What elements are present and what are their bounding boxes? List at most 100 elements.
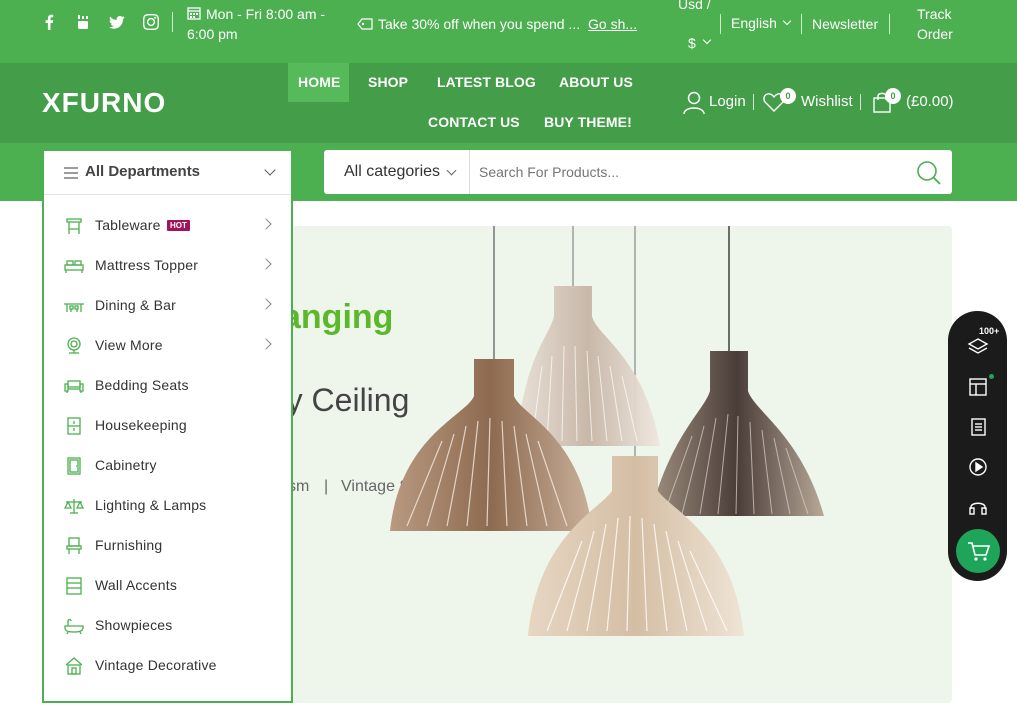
currency-selector[interactable]: Usd / — [678, 0, 711, 14]
language-selector[interactable]: English — [731, 13, 777, 33]
wishlist-count-badge: 0 — [780, 88, 796, 104]
divider — [720, 14, 721, 34]
department-label: Mattress Topper — [95, 257, 199, 273]
play-icon[interactable] — [967, 456, 989, 478]
wishlist-link[interactable]: Wishlist — [801, 93, 853, 110]
table-icon — [64, 216, 84, 236]
newsletter-link[interactable]: Newsletter — [812, 14, 878, 34]
cart-button[interactable] — [956, 529, 1000, 573]
chevron-down-icon — [264, 164, 276, 176]
department-item-dining-bar[interactable]: Dining & Bar — [44, 286, 291, 326]
layers-icon[interactable] — [967, 336, 989, 358]
hero-banner: anging ry Ceiling sm | Vintage Style — [292, 226, 952, 703]
status-dot — [989, 374, 994, 379]
chevron-down-icon — [446, 165, 457, 176]
divider — [889, 14, 890, 34]
department-label: Furnishing — [95, 537, 163, 553]
door-icon — [64, 456, 84, 476]
instagram-icon[interactable] — [142, 13, 160, 31]
user-icon[interactable] — [683, 91, 705, 115]
lamp-icon — [64, 336, 84, 356]
departments-label: All Departments — [85, 163, 201, 180]
department-label: Vintage Decorative — [95, 657, 217, 673]
nav-home[interactable]: HOME — [298, 74, 340, 90]
department-item-housekeeping[interactable]: Housekeeping — [44, 406, 291, 446]
department-item-cabinetry[interactable]: Cabinetry — [44, 446, 291, 486]
hero-tagline-separator: | — [324, 478, 329, 495]
calendar-icon — [187, 6, 201, 20]
department-label: Wall Accents — [95, 577, 178, 593]
department-label: Bedding Seats — [95, 377, 189, 393]
hamburger-icon — [64, 166, 78, 179]
headset-icon[interactable] — [967, 496, 989, 518]
hero-headline: anging — [292, 298, 394, 336]
chevron-right-icon — [260, 298, 272, 310]
department-label: Dining & Bar — [95, 297, 176, 313]
youtube-icon[interactable] — [74, 13, 92, 31]
department-label: Lighting & Lamps — [95, 497, 207, 513]
divider — [172, 12, 173, 32]
divider — [801, 14, 802, 34]
tag-icon — [357, 17, 373, 30]
departments-menu: All Departments Tableware HOT Mattress T… — [42, 149, 293, 703]
chevron-down-icon — [702, 35, 712, 45]
document-icon[interactable] — [967, 416, 989, 438]
cart-total[interactable]: (£0.00) — [906, 93, 954, 110]
hero-tagline-left: sm — [292, 478, 310, 495]
layout-icon[interactable] — [967, 376, 989, 398]
nav-contact-us[interactable]: CONTACT US — [428, 114, 520, 130]
dining-icon — [64, 296, 84, 316]
promo-link[interactable]: Go sh... — [588, 14, 637, 34]
scale-lamp-icon — [63, 496, 85, 516]
twitter-icon[interactable] — [108, 13, 126, 31]
top-bar: Mon - Fri 8:00 am - 6:00 pm Take 30% off… — [0, 0, 1017, 63]
main-header: XFURNO HOME SHOP LATEST BLOG ABOUT US CO… — [0, 63, 1017, 143]
divider — [753, 94, 754, 110]
department-label: View More — [95, 337, 163, 353]
department-item-mattress-topper[interactable]: Mattress Topper — [44, 246, 291, 286]
track-order-link[interactable]: Track — [917, 4, 951, 24]
track-order-link-line2[interactable]: Order — [917, 24, 953, 44]
chevron-down-icon — [782, 16, 792, 26]
divider — [469, 150, 470, 194]
divider — [860, 94, 861, 110]
chair-icon — [64, 536, 84, 556]
category-select[interactable]: All categories — [344, 163, 440, 181]
chevron-right-icon — [260, 218, 272, 230]
site-logo[interactable]: XFURNO — [42, 87, 166, 119]
department-item-bedding-seats[interactable]: Bedding Seats — [44, 366, 291, 406]
chevron-right-icon — [260, 258, 272, 270]
cabinet-icon — [64, 416, 84, 436]
nav-latest-blog[interactable]: LATEST BLOG — [437, 74, 536, 90]
department-label: Tableware — [95, 217, 161, 233]
departments-toggle[interactable]: All Departments — [44, 151, 291, 195]
department-item-tableware[interactable]: Tableware HOT — [44, 206, 291, 246]
department-item-furnishing[interactable]: Furnishing — [44, 526, 291, 566]
department-item-showpieces[interactable]: Showpieces — [44, 606, 291, 646]
floating-dock: 100+ — [948, 311, 1007, 581]
store-hours-line2: 6:00 pm — [187, 26, 238, 42]
login-link[interactable]: Login — [709, 93, 746, 110]
bed-icon — [64, 256, 84, 276]
house-icon — [64, 656, 84, 676]
department-item-wall-accents[interactable]: Wall Accents — [44, 566, 291, 606]
nav-about-us[interactable]: ABOUT US — [559, 74, 633, 90]
currency-symbol[interactable]: $ — [688, 33, 696, 53]
hot-badge: HOT — [167, 220, 190, 231]
department-item-lighting-lamps[interactable]: Lighting & Lamps — [44, 486, 291, 526]
shelf-icon — [64, 576, 84, 596]
department-item-vintage-decorative[interactable]: Vintage Decorative — [44, 646, 291, 686]
department-label: Showpieces — [95, 617, 173, 633]
nav-buy-theme[interactable]: BUY THEME! — [544, 114, 632, 130]
cart-count-badge: 0 — [885, 88, 901, 104]
bathtub-icon — [64, 616, 84, 636]
store-hours: Mon - Fri 8:00 am - — [206, 6, 326, 22]
dock-count-badge: 100+ — [979, 326, 1000, 336]
facebook-icon[interactable] — [40, 13, 58, 31]
nav-shop[interactable]: SHOP — [368, 74, 408, 90]
promo-text: Take 30% off when you spend ... — [378, 16, 581, 32]
department-item-view-more[interactable]: View More — [44, 326, 291, 366]
search-icon[interactable] — [916, 160, 942, 186]
search-input[interactable] — [474, 158, 894, 186]
department-label: Housekeeping — [95, 417, 187, 433]
